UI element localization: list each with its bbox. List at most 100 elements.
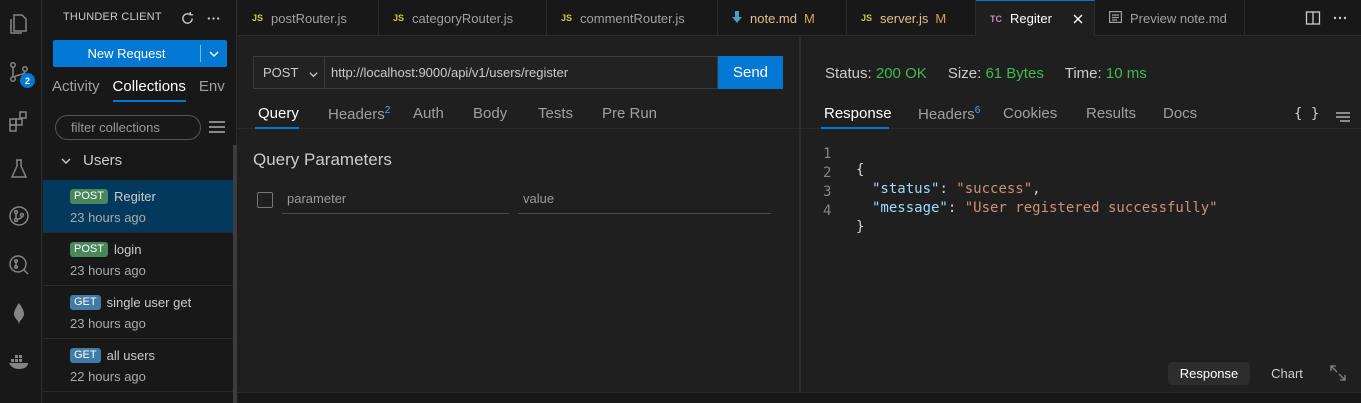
- tab-body[interactable]: Body: [473, 105, 507, 122]
- tab-label: Headers: [918, 106, 975, 123]
- chart-view-button[interactable]: Chart: [1262, 362, 1312, 385]
- tab-server-js[interactable]: JS server.js M: [847, 0, 976, 36]
- code-line: 3 "message": "User registered successful…: [801, 168, 1218, 216]
- request-time: 23 hours ago: [70, 210, 146, 225]
- refresh-icon[interactable]: [178, 9, 196, 27]
- request-time: 23 hours ago: [70, 316, 146, 331]
- preview-icon: [1109, 11, 1123, 25]
- tab-postrouter[interactable]: JS postRouter.js: [238, 0, 379, 36]
- time-label: Time:: [1064, 65, 1102, 82]
- headers-count: 6: [974, 105, 981, 116]
- response-pane: Status: 200 OK Size: 61 Bytes Time: 10 m…: [801, 37, 1361, 392]
- tab-label: Docs: [1163, 105, 1198, 122]
- request-item-login[interactable]: POST login 23 hours ago: [43, 233, 234, 286]
- testing-icon[interactable]: [5, 155, 33, 183]
- sidebar-tabs: Activity Collections Env: [52, 78, 225, 102]
- response-status-line: Status: 200 OK Size: 61 Bytes Time: 10 m…: [825, 65, 1164, 82]
- method-select[interactable]: POST: [253, 56, 325, 89]
- tab-label: note.md: [750, 10, 797, 26]
- method-badge: POST: [70, 189, 108, 204]
- code-text: }: [856, 219, 865, 235]
- json-format-icon[interactable]: { }: [1294, 106, 1319, 122]
- send-button[interactable]: Send: [718, 56, 783, 89]
- tab-label: Preview note.md: [1130, 10, 1227, 26]
- method-badge: GET: [70, 295, 101, 310]
- code-text: "status": "success",: [872, 181, 1041, 197]
- request-item-all-users[interactable]: GET all users 22 hours ago: [43, 339, 234, 392]
- tab-activity[interactable]: Activity: [52, 78, 100, 102]
- mongodb-leaf-icon[interactable]: [5, 299, 33, 327]
- explorer-icon[interactable]: [5, 10, 33, 38]
- tab-preview-note-md[interactable]: Preview note.md: [1095, 0, 1245, 36]
- more-actions-icon[interactable]: [1332, 10, 1348, 26]
- javascript-icon: JS: [561, 13, 573, 23]
- request-item-regiter[interactable]: POST Regiter 23 hours ago: [43, 180, 234, 233]
- response-view-button[interactable]: Response: [1168, 362, 1250, 385]
- modified-indicator: M: [803, 10, 815, 26]
- javascript-icon: JS: [252, 13, 264, 23]
- tab-auth[interactable]: Auth: [413, 105, 444, 122]
- editor-tabs: JS postRouter.js JS categoryRouter.js JS…: [238, 0, 1361, 36]
- expand-icon[interactable]: [1329, 364, 1347, 382]
- query-parameters-title: Query Parameters: [253, 150, 392, 169]
- json-value: "User registered successfully": [964, 200, 1218, 216]
- search-git-icon[interactable]: [5, 251, 33, 279]
- markdown-icon: [732, 11, 742, 25]
- tab-commentrouter[interactable]: JS commentRouter.js: [547, 0, 718, 36]
- filter-collections-input[interactable]: filter collections: [55, 115, 201, 140]
- parameter-input[interactable]: parameter: [282, 188, 509, 214]
- more-actions-icon[interactable]: [204, 9, 222, 27]
- request-item-single-user-get[interactable]: GET single user get 23 hours ago: [43, 286, 234, 339]
- size-label: Size:: [947, 65, 982, 82]
- method-badge: POST: [70, 242, 108, 257]
- tab-note-md[interactable]: note.md M: [718, 0, 847, 36]
- parameter-checkbox[interactable]: [257, 192, 273, 208]
- active-tab-indicator: [821, 127, 889, 129]
- tab-tests[interactable]: Tests: [538, 105, 573, 122]
- size-value: 61 Bytes: [985, 65, 1044, 82]
- tab-env[interactable]: Env: [199, 78, 225, 102]
- sidebar-scrollbar[interactable]: [233, 145, 237, 403]
- activity-bar: 2: [0, 0, 42, 403]
- request-name: all users: [106, 348, 156, 363]
- json-value: "success": [956, 181, 1033, 197]
- tab-response-headers[interactable]: Headers6: [918, 105, 980, 123]
- tab-cookies[interactable]: Cookies: [1003, 105, 1057, 122]
- tab-docs[interactable]: Docs: [1163, 105, 1197, 122]
- tab-headers[interactable]: Headers2: [328, 105, 390, 123]
- extensions-icon[interactable]: [5, 107, 33, 135]
- tab-label: Response: [824, 105, 892, 122]
- docker-icon[interactable]: [5, 347, 33, 375]
- tab-label: Regiter: [1010, 11, 1052, 26]
- tab-categoryrouter[interactable]: JS categoryRouter.js: [379, 0, 547, 36]
- headers-count: 2: [384, 105, 391, 116]
- json-key: "status": [872, 181, 940, 197]
- tab-regiter[interactable]: TC Regiter: [976, 0, 1095, 36]
- git-graph-icon[interactable]: [5, 202, 33, 230]
- request-time: 22 hours ago: [70, 369, 146, 384]
- chevron-down-icon: [61, 158, 71, 164]
- tab-pre-run[interactable]: Pre Run: [602, 105, 657, 122]
- method-value: POST: [263, 65, 299, 80]
- url-input[interactable]: http://localhost:9000/api/v1/users/regis…: [325, 56, 718, 89]
- value-input[interactable]: value: [518, 188, 771, 214]
- new-request-button[interactable]: New Request: [53, 40, 227, 67]
- time-value: 10 ms: [1105, 65, 1147, 82]
- tab-collections[interactable]: Collections: [112, 78, 186, 102]
- close-icon[interactable]: [1070, 11, 1086, 27]
- tab-response[interactable]: Response: [824, 105, 892, 122]
- request-tabs: Query Headers2 Auth Body Tests Pre Run: [238, 103, 799, 129]
- tab-label: server.js: [880, 10, 929, 26]
- tab-query[interactable]: Query: [258, 105, 299, 122]
- split-editor-icon[interactable]: [1305, 10, 1321, 26]
- menu-icon[interactable]: [1335, 111, 1351, 123]
- active-tab-indicator: [255, 127, 299, 129]
- chevron-down-icon[interactable]: [201, 48, 227, 60]
- request-time: 23 hours ago: [70, 263, 146, 278]
- menu-icon[interactable]: [208, 116, 226, 138]
- tab-results[interactable]: Results: [1086, 105, 1136, 122]
- tab-label: Body: [473, 105, 508, 122]
- javascript-icon: JS: [393, 13, 405, 23]
- thunder-client-icon: TC: [990, 13, 1002, 24]
- collection-group-users[interactable]: Users: [60, 152, 122, 169]
